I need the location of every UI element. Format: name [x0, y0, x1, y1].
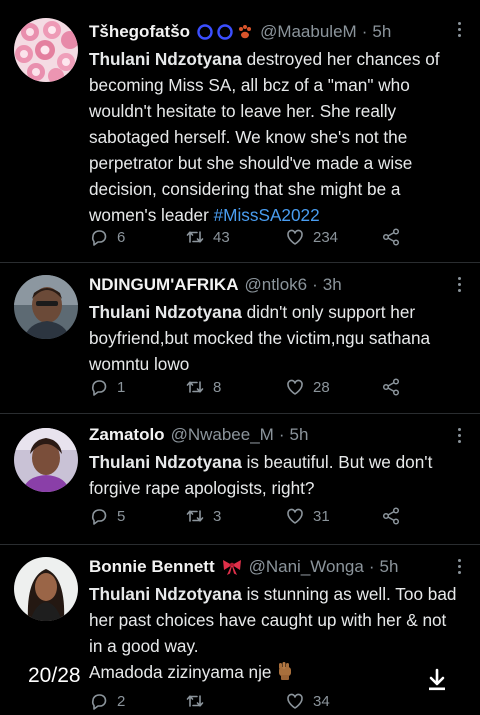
retweet-icon	[186, 510, 204, 522]
heart-icon	[287, 229, 303, 245]
like-count: 234	[313, 228, 339, 246]
ribbon-icon	[222, 560, 241, 575]
handle[interactable]: @MaabuleM	[260, 21, 357, 43]
tweet-text: Thulani Ndzotyana is stunning as well. T…	[89, 581, 460, 685]
like-button[interactable]: 234	[285, 227, 338, 247]
share-icon	[382, 228, 400, 246]
tweet-text: Thulani Ndzotyana destroyed her chances …	[89, 46, 460, 228]
display-name[interactable]: Tšhegofatšo	[89, 21, 190, 43]
download-icon[interactable]	[426, 668, 448, 692]
retweet-icon	[186, 381, 204, 393]
name-badges	[221, 558, 243, 576]
share-button[interactable]	[381, 506, 409, 526]
reply-count: 6	[117, 228, 126, 246]
tweet-text-body: destroyed her chances of becoming Miss S…	[89, 49, 440, 225]
reply-icon	[91, 380, 107, 396]
tweet-3[interactable]: Zamatolo @Nwabee_M · 5h Thulani Ndzotyan…	[0, 414, 480, 544]
tweet-actions: 1 8 28	[89, 377, 429, 401]
retweet-icon	[186, 695, 204, 707]
raised-fist-emoji-icon	[279, 662, 292, 680]
like-button[interactable]: 28	[285, 377, 330, 397]
retweet-icon	[186, 231, 204, 243]
retweet-button[interactable]: 3	[185, 506, 221, 526]
tweet-1[interactable]: Tšhegofatšo @MaabuleM · 5h Thulani Ndzot…	[0, 0, 480, 262]
tweet-2[interactable]: NDINGUM'AFRIKA @ntlok6 · 3h Thulani Ndzo…	[0, 263, 480, 413]
tweet-actions: 5 3 31	[89, 506, 429, 530]
reply-button[interactable]: 6	[89, 227, 125, 247]
avatar[interactable]	[14, 557, 78, 621]
tweet-header: Tšhegofatšo @MaabuleM · 5h	[89, 21, 460, 43]
heart-icon	[287, 693, 303, 709]
handle[interactable]: @Nwabee_M	[171, 424, 274, 446]
retweet-count: 43	[213, 228, 230, 246]
separator-dot: ·	[368, 557, 375, 576]
avatar[interactable]	[14, 18, 78, 82]
timestamp[interactable]: 3h	[323, 274, 342, 296]
reply-icon	[91, 694, 107, 710]
like-button[interactable]: 34	[285, 691, 330, 711]
paw-icon	[239, 25, 252, 39]
mention[interactable]: Thulani Ndzotyana	[89, 302, 242, 322]
reply-button[interactable]: 5	[89, 506, 125, 526]
share-button[interactable]	[381, 377, 409, 397]
display-name[interactable]: Zamatolo	[89, 424, 165, 446]
heart-icon	[287, 508, 303, 524]
heart-icon	[287, 379, 303, 395]
timestamp[interactable]: 5h	[289, 424, 308, 446]
tweet-text: Thulani Ndzotyana is beautiful. But we d…	[89, 449, 460, 501]
retweet-button[interactable]: 8	[185, 377, 221, 397]
like-count: 34	[313, 692, 330, 710]
tweet-text: Thulani Ndzotyana didn't only support he…	[89, 299, 460, 377]
blue-circle-icon	[197, 24, 213, 40]
reply-button[interactable]: 2	[89, 691, 125, 711]
tweet-header: NDINGUM'AFRIKA @ntlok6 · 3h	[89, 274, 460, 296]
tweet-header: Bonnie Bennett @Nani_Wonga · 5h	[89, 556, 460, 578]
tweet-actions: 2 34	[89, 691, 429, 715]
handle[interactable]: @ntlok6	[244, 274, 307, 296]
name-badges	[196, 23, 254, 41]
share-icon	[382, 378, 400, 396]
like-count: 31	[313, 507, 330, 525]
tweet-actions: 6 43 234	[89, 227, 429, 251]
share-button[interactable]	[381, 227, 409, 247]
mention[interactable]: Thulani Ndzotyana	[89, 584, 242, 604]
tweet-text-line2: Amadoda zizinyama nje	[89, 662, 272, 682]
retweet-count: 3	[213, 507, 222, 525]
display-name[interactable]: NDINGUM'AFRIKA	[89, 274, 238, 296]
reply-count: 2	[117, 692, 126, 710]
share-icon	[382, 507, 400, 525]
tweet-header: Zamatolo @Nwabee_M · 5h	[89, 424, 460, 446]
reply-icon	[91, 509, 107, 525]
handle[interactable]: @Nani_Wonga	[249, 556, 364, 578]
avatar[interactable]	[14, 275, 78, 339]
separator-dot: ·	[361, 22, 368, 41]
retweet-count: 8	[213, 378, 222, 396]
display-name[interactable]: Bonnie Bennett	[89, 556, 215, 578]
avatar[interactable]	[14, 428, 78, 492]
mention[interactable]: Thulani Ndzotyana	[89, 49, 242, 69]
like-count: 28	[313, 378, 330, 396]
blue-circle-icon	[217, 24, 233, 40]
timestamp[interactable]: 5h	[380, 556, 399, 578]
like-button[interactable]: 31	[285, 506, 330, 526]
separator-dot: ·	[278, 425, 285, 444]
mention[interactable]: Thulani Ndzotyana	[89, 452, 242, 472]
separator-dot: ·	[312, 275, 318, 294]
hashtag-link[interactable]: #MissSA2022	[214, 205, 320, 225]
page-counter: 20/28	[28, 664, 81, 687]
reply-count: 1	[117, 378, 126, 396]
reply-button[interactable]: 1	[89, 377, 125, 397]
reply-count: 5	[117, 507, 126, 525]
retweet-button[interactable]: 43	[185, 227, 230, 247]
retweet-button[interactable]	[185, 691, 213, 711]
reply-icon	[91, 230, 107, 246]
timestamp[interactable]: 5h	[372, 21, 391, 43]
